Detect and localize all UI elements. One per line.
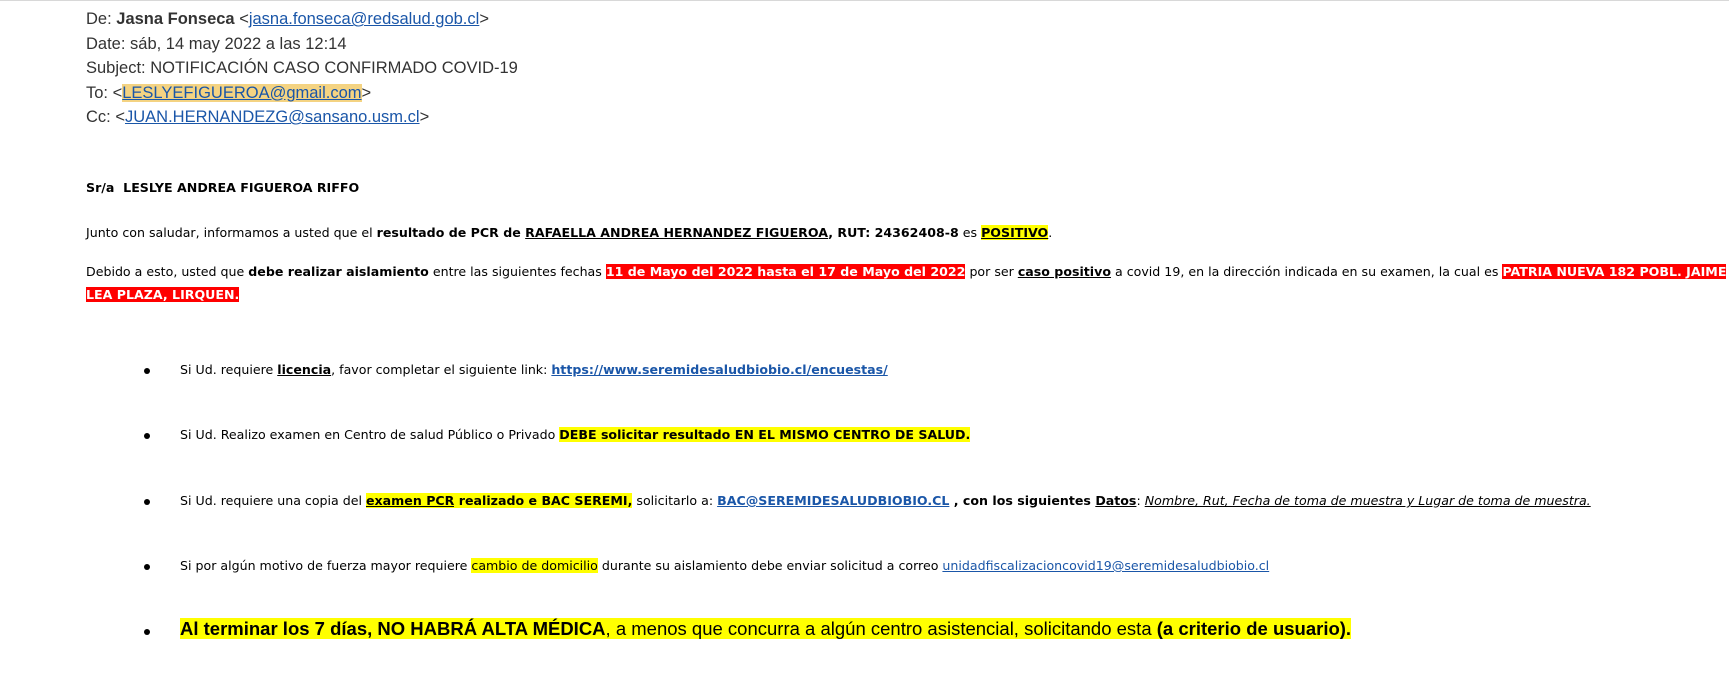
from-label: De:: [86, 10, 112, 28]
paragraph-isolation: Debido a esto, usted que debe realizar a…: [86, 260, 1727, 284]
p2-text-4: a covid 19, en la dirección indicada en …: [1111, 264, 1503, 279]
top-divider: [0, 0, 1729, 1]
patient-name: RAFAELLA ANDREA HERNANDEZ FIGUEROA: [525, 225, 829, 240]
encuestas-link[interactable]: https://www.seremidesaludbiobio.cl/encue…: [551, 362, 887, 377]
from-row: De: Jasna Fonseca <jasna.fonseca@redsalu…: [86, 10, 489, 28]
paragraph-isolation-cont: LEA PLAZA, LIRQUEN.: [86, 283, 240, 307]
date-value: sáb, 14 may 2022 a las 12:14: [130, 34, 347, 53]
licencia-text: licencia: [277, 362, 332, 377]
to-label: To:: [86, 83, 109, 102]
p1-bold: resultado de PCR de: [376, 225, 526, 240]
bullet-icon: [144, 499, 150, 505]
date-row: Date: sáb, 14 may 2022 a las 12:14: [86, 32, 518, 57]
bullet-icon: [144, 368, 150, 374]
bullet-icon: [144, 629, 150, 635]
cambio-domicilio-text: cambio de domicilio: [471, 558, 598, 573]
p1-period: .: [1048, 225, 1053, 240]
datos-text: Datos: [1095, 493, 1137, 508]
bac-seremi-text: realizado e BAC SEREMI,: [454, 493, 633, 508]
date-label: Date:: [86, 34, 126, 53]
paragraph-result: Junto con saludar, informamos a usted qu…: [86, 221, 1052, 245]
p1-text-2: es: [958, 225, 982, 240]
fiscalizacion-email-link[interactable]: unidadfiscalizacioncovid19@seremidesalud…: [942, 558, 1269, 573]
from-email-link[interactable]: jasna.fonseca@redsalud.gob.cl: [249, 10, 479, 28]
cc-email-link[interactable]: JUAN.HERNANDEZG@sansano.usm.cl: [125, 108, 420, 126]
result-positive: POSITIVO: [981, 225, 1049, 240]
bullet-icon: [144, 564, 150, 570]
greeting: Sr/a LESLYE ANDREA FIGUEROA RIFFO: [86, 176, 359, 200]
debe-solicitar-text: DEBE solicitar resultado EN EL MISMO CEN…: [559, 427, 971, 442]
bac-email-link[interactable]: BAC@SEREMIDESALUDBIOBIO.CL: [717, 493, 949, 508]
datos-list: Nombre, Rut, Fecha de toma de muestra y …: [1144, 493, 1591, 508]
p2-text-3: por ser: [965, 264, 1018, 279]
from-name: Jasna Fonseca: [116, 10, 235, 28]
patient-rut: , RUT: 24362408-8: [828, 225, 959, 240]
examen-pcr-text: examen PCR: [366, 493, 455, 508]
criterio-text: (a criterio de usuario).: [1156, 618, 1352, 639]
no-alta-text: Al terminar los 7 días, NO HABRÁ ALTA MÉ…: [180, 618, 606, 639]
subject-value: NOTIFICACIÓN CASO CONFIRMADO COVID-19: [150, 59, 518, 77]
subject-label: Subject:: [86, 59, 146, 77]
to-row: To: <LESLYEFIGUEROA@gmail.com>: [86, 83, 372, 102]
p2-text-2: entre las siguientes fechas: [428, 264, 606, 279]
bullet-icon: [144, 433, 150, 439]
address-line-1: PATRIA NUEVA 182 POBL. JAIME: [1502, 264, 1727, 279]
p1-text: Junto con saludar, informamos a usted qu…: [86, 225, 377, 240]
address-line-2: LEA PLAZA, LIRQUEN.: [86, 287, 240, 302]
subject-row: Subject: NOTIFICACIÓN CASO CONFIRMADO CO…: [86, 56, 518, 81]
greeting-name: LESLYE ANDREA FIGUEROA RIFFO: [123, 180, 360, 195]
cc-label: Cc:: [86, 108, 111, 126]
p2-text: Debido a esto, usted que: [86, 264, 249, 279]
email-header: De: Jasna Fonseca <jasna.fonseca@redsalu…: [86, 7, 518, 130]
to-email-link[interactable]: LESLYEFIGUEROA@gmail.com: [122, 83, 362, 102]
isolation-bold: debe realizar aislamiento: [248, 264, 429, 279]
greeting-prefix: Sr/a: [86, 180, 115, 195]
caso-positivo: caso positivo: [1017, 264, 1111, 279]
isolation-dates: 11 de Mayo del 2022 hasta el 17 de Mayo …: [605, 264, 966, 279]
cc-row: Cc: <JUAN.HERNANDEZG@sansano.usm.cl>: [86, 108, 430, 126]
